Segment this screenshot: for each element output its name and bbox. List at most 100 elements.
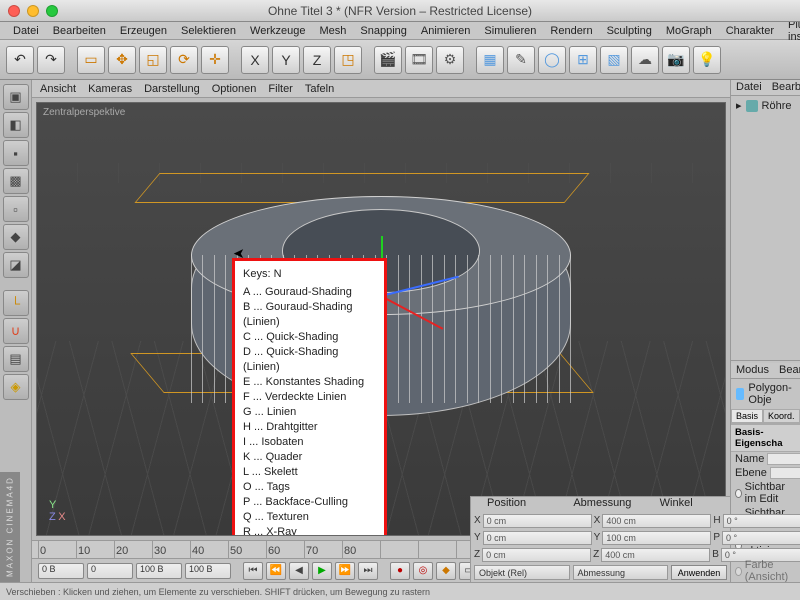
attr-tab-mode[interactable]: Modus <box>731 363 774 378</box>
coord-size-mode-dropdown[interactable]: Abmessung <box>573 565 669 580</box>
coordinates-panel: Position Abmessung Winkel XXHYYPZZB Obje… <box>470 496 730 582</box>
ang-P-field[interactable] <box>722 531 800 545</box>
play-button[interactable]: ▶ <box>312 562 332 580</box>
scale-tool[interactable]: ◱ <box>139 46 167 74</box>
frame-end-field[interactable]: 100 B <box>136 563 182 579</box>
render-settings-button[interactable]: ⚙ <box>436 46 464 74</box>
frame-preview-field[interactable]: 100 B <box>185 563 231 579</box>
axis-toggle-button[interactable]: └ <box>3 290 29 316</box>
redo-button[interactable]: ↷ <box>37 46 65 74</box>
menu-datei[interactable]: Datei <box>6 24 46 38</box>
camera-button[interactable]: 📷 <box>662 46 690 74</box>
keyframe-sel-button[interactable]: ◆ <box>436 562 456 580</box>
attr-name-field[interactable] <box>767 453 800 465</box>
edge-mode-button[interactable]: ◆ <box>3 224 29 250</box>
coord-header-rotation: Winkel <box>644 497 730 512</box>
spline-pen-button[interactable]: ✎ <box>507 46 535 74</box>
rotate-tool[interactable]: ⟳ <box>170 46 198 74</box>
coord-apply-button[interactable]: Anwenden <box>671 565 727 580</box>
menu-snapping[interactable]: Snapping <box>353 24 414 38</box>
light-button[interactable]: 💡 <box>693 46 721 74</box>
menu-werkzeuge[interactable]: Werkzeuge <box>243 24 312 38</box>
make-editable-button[interactable]: ▣ <box>3 84 29 110</box>
goto-start-button[interactable]: ⏮ <box>243 562 263 580</box>
attr-subtab-coord[interactable]: Koord. <box>763 409 800 423</box>
record-button[interactable]: ● <box>390 562 410 580</box>
popup-item: G ... Linien <box>243 405 376 420</box>
axis-z-button[interactable]: Z <box>303 46 331 74</box>
vp-menu-filter[interactable]: Filter <box>268 83 292 95</box>
ang-H-field[interactable] <box>723 514 800 528</box>
workplane-button[interactable]: ▩ <box>3 168 29 194</box>
vp-menu-ansicht[interactable]: Ansicht <box>40 83 76 95</box>
viewport[interactable]: Zentralperspektive ➤ YZ X Keys: N A ... … <box>36 102 726 536</box>
menu-mograph[interactable]: MoGraph <box>659 24 719 38</box>
menu-rendern[interactable]: Rendern <box>543 24 599 38</box>
vp-menu-darstellung[interactable]: Darstellung <box>144 83 200 95</box>
menubar: DateiBearbeitenErzeugenSelektierenWerkze… <box>0 22 800 40</box>
step-back-button[interactable]: ⏪ <box>266 562 286 580</box>
pos-Z-field[interactable] <box>482 548 591 562</box>
frame-start-field[interactable]: 0 B <box>38 563 84 579</box>
vp-menu-tafeln[interactable]: Tafeln <box>305 83 334 95</box>
axis-y-button[interactable]: Y <box>272 46 300 74</box>
pos-X-field[interactable] <box>483 514 592 528</box>
attr-subtab-basis[interactable]: Basis <box>731 409 763 423</box>
menu-bearbeiten[interactable]: Bearbeiten <box>46 24 113 38</box>
soft-select-button[interactable]: ◈ <box>3 374 29 400</box>
pos-Y-field[interactable] <box>483 531 592 545</box>
dim-Y-field[interactable] <box>602 531 711 545</box>
menu-selektieren[interactable]: Selektieren <box>174 24 243 38</box>
menu-charakter[interactable]: Charakter <box>719 24 781 38</box>
attr-layer-field[interactable] <box>770 467 800 479</box>
menu-sculpting[interactable]: Sculpting <box>600 24 659 38</box>
autokey-button[interactable]: ◎ <box>413 562 433 580</box>
menu-animieren[interactable]: Animieren <box>414 24 478 38</box>
window-titlebar: Ohne Titel 3 * (NFR Version – Restricted… <box>0 0 800 22</box>
menu-erzeugen[interactable]: Erzeugen <box>113 24 174 38</box>
render-region-button[interactable]: 🎞 <box>405 46 433 74</box>
array-button[interactable]: ⊞ <box>569 46 597 74</box>
vis-editor-radio[interactable] <box>735 489 742 498</box>
dim-Z-field[interactable] <box>601 548 710 562</box>
om-tab-file[interactable]: Datei <box>731 80 767 95</box>
select-tool[interactable]: ▭ <box>77 46 105 74</box>
last-tool[interactable]: ✛ <box>201 46 229 74</box>
coord-mode-dropdown[interactable]: Objekt (Rel) <box>474 565 570 580</box>
step-fwd-button[interactable]: ⏩ <box>335 562 355 580</box>
frame-current-field[interactable]: 0 <box>87 563 133 579</box>
snap-toggle-button[interactable]: ∪ <box>3 318 29 344</box>
statusbar: Verschieben : Klicken und ziehen, um Ele… <box>0 582 800 600</box>
primitive-cube-button[interactable]: ▦ <box>476 46 504 74</box>
nurbs-button[interactable]: ◯ <box>538 46 566 74</box>
object-name[interactable]: Röhre <box>762 100 792 112</box>
object-manager-item[interactable]: ▸ Röhre <box>731 96 800 115</box>
workplane-snap-button[interactable]: ▤ <box>3 346 29 372</box>
dim-X-field[interactable] <box>602 514 711 528</box>
model-mode-button[interactable]: ◧ <box>3 112 29 138</box>
menu-simulieren[interactable]: Simulieren <box>477 24 543 38</box>
popup-item: A ... Gouraud-Shading <box>243 285 376 300</box>
viewport-menubar: Ansicht Kameras Darstellung Optionen Filter T… <box>32 80 730 98</box>
viewport-axis-indicator: YZ X <box>49 499 66 523</box>
render-view-button[interactable]: 🎬 <box>374 46 402 74</box>
environment-button[interactable]: ☁ <box>631 46 659 74</box>
vp-menu-optionen[interactable]: Optionen <box>212 83 257 95</box>
coord-sys-button[interactable]: ◳ <box>334 46 362 74</box>
undo-button[interactable]: ↶ <box>6 46 34 74</box>
move-tool[interactable]: ✥ <box>108 46 136 74</box>
menu-mesh[interactable]: Mesh <box>312 24 353 38</box>
deformer-button[interactable]: ▧ <box>600 46 628 74</box>
vp-menu-kameras[interactable]: Kameras <box>88 83 132 95</box>
point-mode-button[interactable]: ▫ <box>3 196 29 222</box>
om-tab-edit[interactable]: Bearb <box>767 80 800 95</box>
axis-x-button[interactable]: X <box>241 46 269 74</box>
polygon-mode-button[interactable]: ◪ <box>3 252 29 278</box>
goto-end-button[interactable]: ⏭ <box>358 562 378 580</box>
attr-tab-edit[interactable]: Bear <box>774 363 800 378</box>
play-back-button[interactable]: ◀ <box>289 562 309 580</box>
texture-mode-button[interactable]: ▪ <box>3 140 29 166</box>
window-title: Ohne Titel 3 * (NFR Version – Restricted… <box>0 4 800 18</box>
chevron-down-icon[interactable]: ▸ <box>736 99 742 112</box>
popup-item: P ... Backface-Culling <box>243 495 376 510</box>
